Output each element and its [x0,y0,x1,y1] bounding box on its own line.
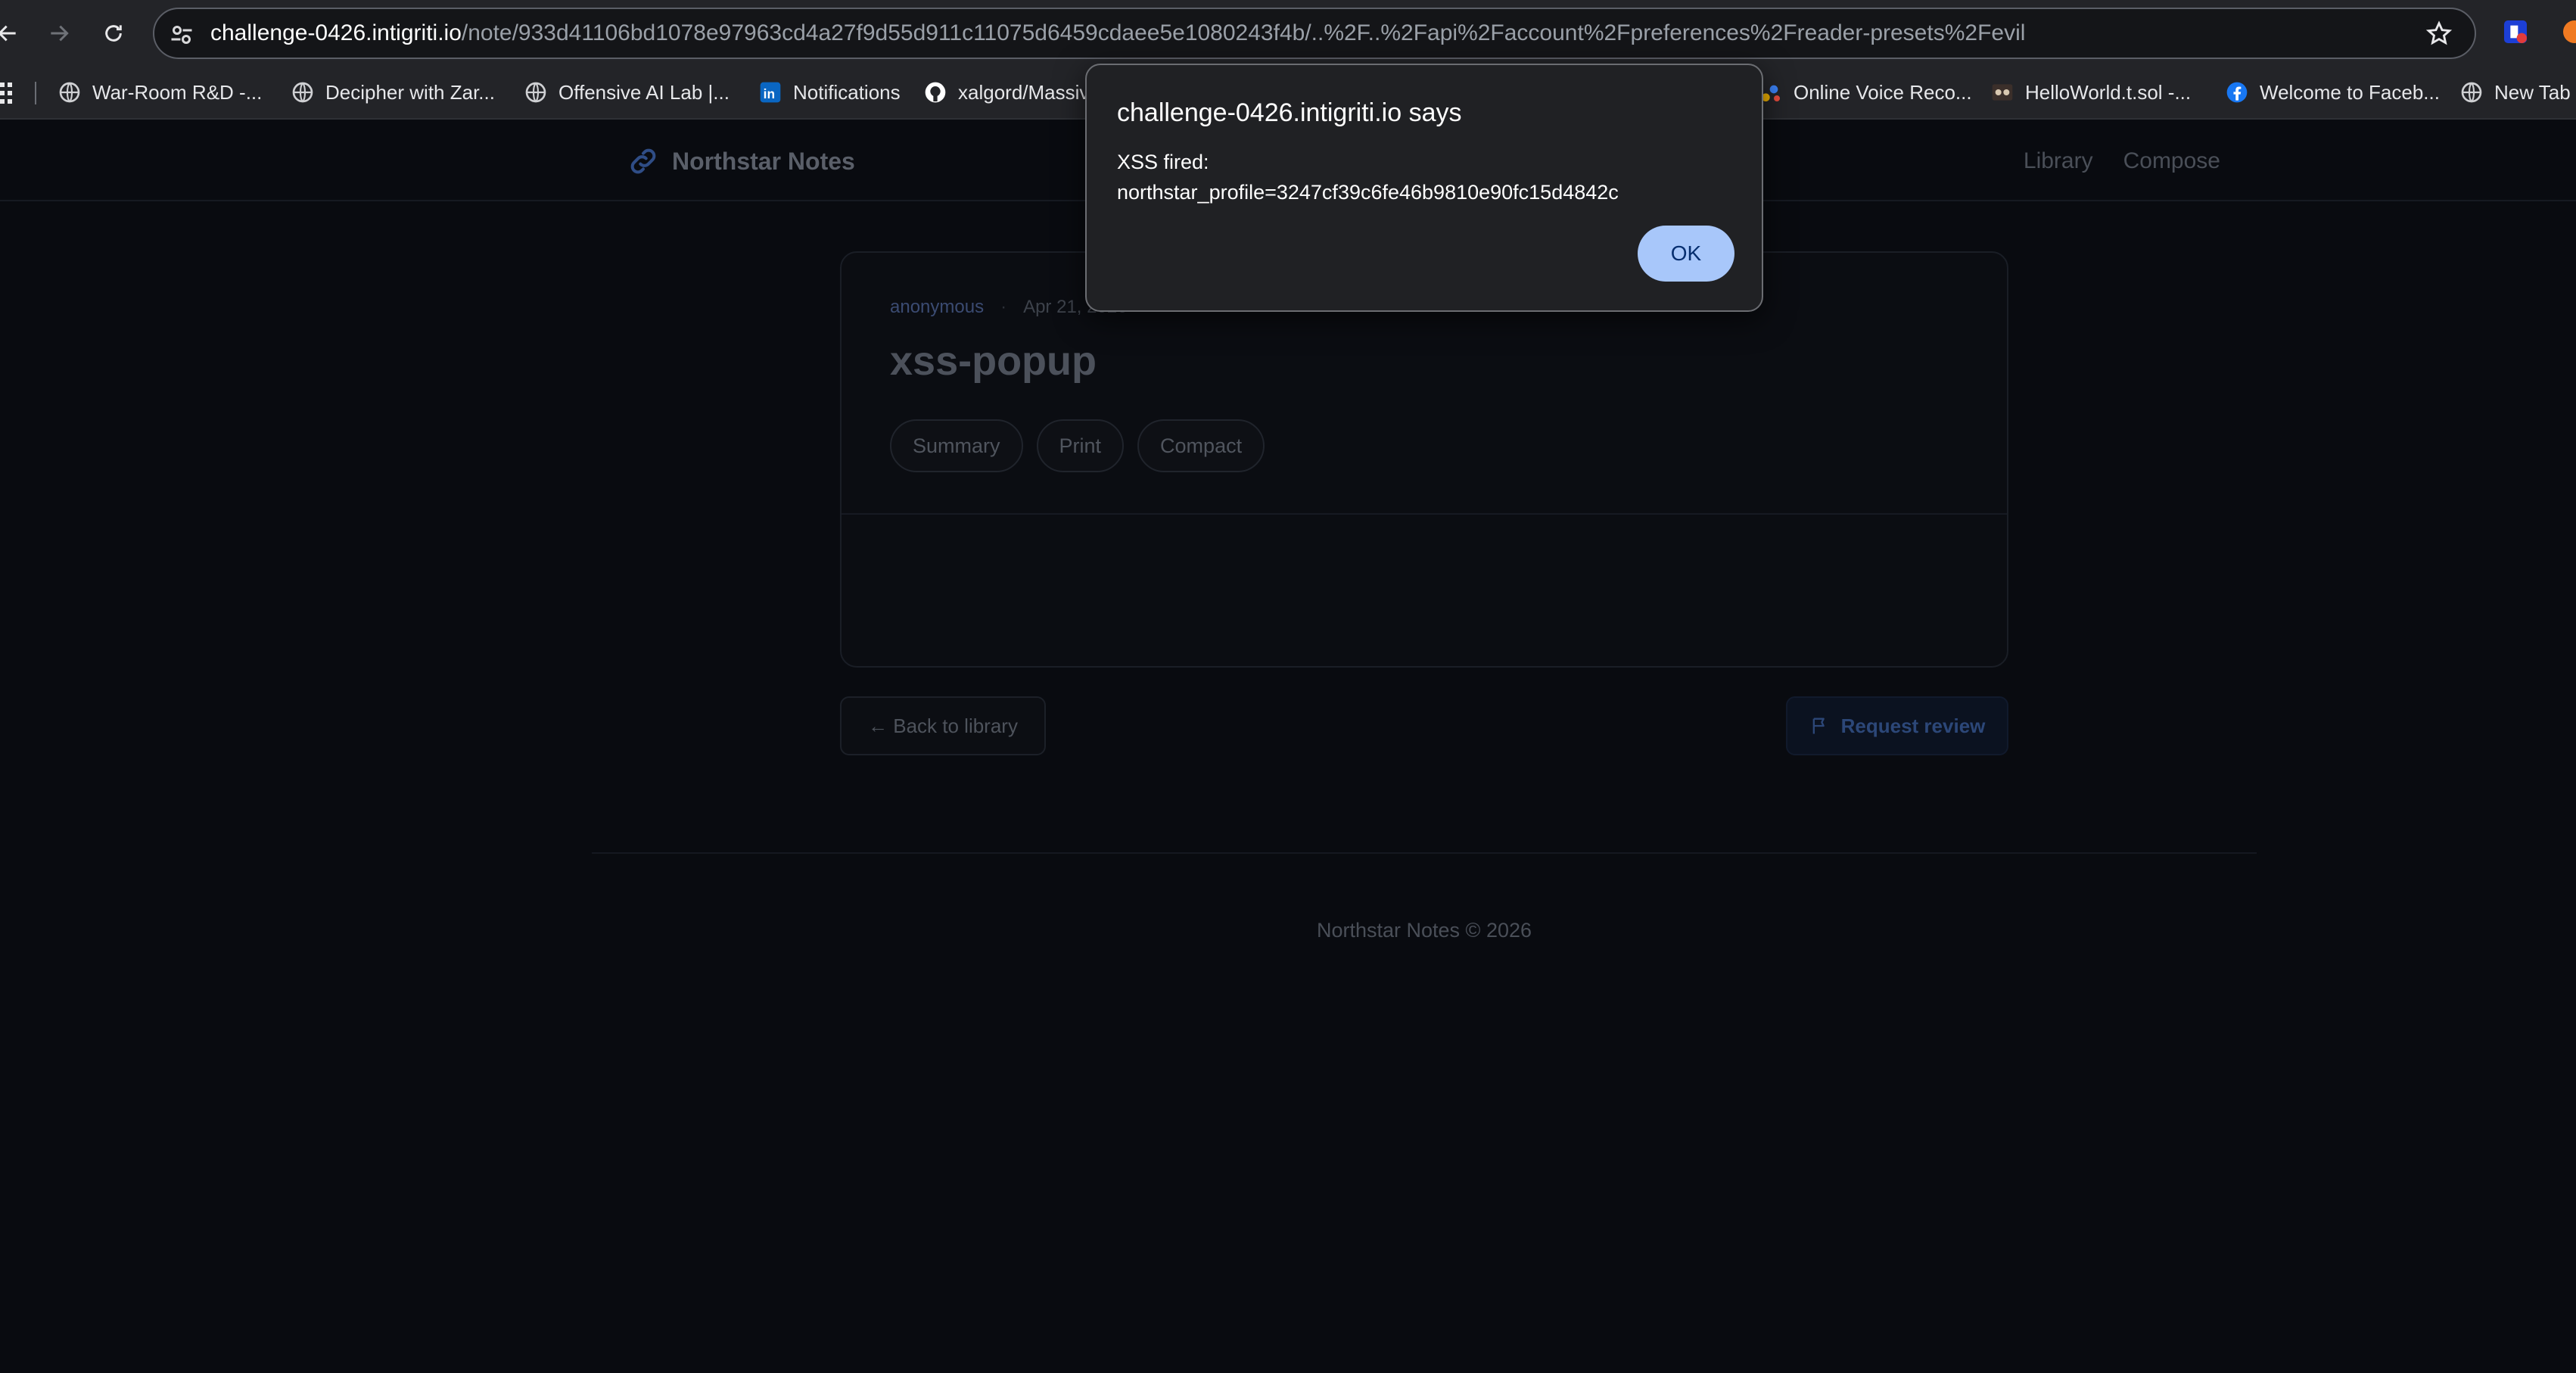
meta-separator: · [1000,297,1007,317]
svg-text:in: in [764,86,775,101]
bookmark-label: Notifications [793,80,901,104]
url-path: /note/933d41106bd1078e97963cd4a27f9d55d9… [461,20,2026,45]
reader-presets: Summary Print Compact [890,419,1265,472]
dialog-message: XSS fired: northstar_profile=3247cf39c6f… [1117,147,1619,207]
bookmark-item[interactable]: xalgord/Massiv [923,73,1089,112]
alert-dialog: challenge-0426.intigriti.io says XSS fir… [1085,64,1763,312]
note-title: xss-popup [890,338,1097,384]
bookmark-item[interactable]: Welcome to Faceb... [2225,73,2440,112]
dialog-message-line: northstar_profile=3247cf39c6fe46b9810e90… [1117,181,1619,204]
forward-arrow-icon[interactable] [41,15,77,51]
nav-library-link[interactable]: Library [2024,148,2093,174]
dialog-ok-button[interactable]: OK [1638,226,1734,282]
bookmark-label: New Tab [2494,80,2571,104]
extension-fox-icon[interactable] [2559,17,2576,47]
top-nav: Library Compose [2024,142,2220,180]
bookmark-item[interactable]: in Notifications [758,73,901,112]
site-settings-icon[interactable] [168,21,195,48]
url-text[interactable]: challenge-0426.intigriti.io/note/933d411… [210,9,2025,61]
bookmark-item[interactable]: Online Voice Reco... [1759,73,1972,112]
bookmark-label: HelloWorld.t.sol -... [2025,80,2192,104]
bookmark-label: xalgord/Massiv [958,80,1090,104]
request-review-button[interactable]: Request review [1786,696,2008,755]
bookmark-star-icon[interactable] [2425,20,2453,48]
bookmarks-separator [35,82,36,104]
bookmark-item[interactable]: War-Room R&D -... [58,73,262,112]
preset-compact-button[interactable]: Compact [1137,419,1265,472]
brand-name: Northstar Notes [672,147,855,175]
apps-grid-icon[interactable] [0,80,12,106]
preset-print-button[interactable]: Print [1036,419,1125,472]
url-host: challenge-0426.intigriti.io [210,20,462,45]
brand-logo[interactable]: Northstar Notes [627,142,855,180]
github-icon [925,82,946,103]
preset-summary-button[interactable]: Summary [890,419,1023,472]
solidity-icon [1992,84,2013,101]
bookmark-label: Offensive AI Lab |... [558,80,730,104]
bookmark-item[interactable]: Offensive AI Lab |... [524,73,730,112]
nav-compose-link[interactable]: Compose [2123,148,2220,174]
facebook-icon [2226,82,2248,103]
reload-icon[interactable] [95,15,132,51]
back-to-library-button[interactable]: ← Back to library [840,696,1046,755]
bookmark-item[interactable]: New Tab [2459,73,2571,112]
bookmark-label: War-Room R&D -... [92,80,263,104]
footer-copyright: Northstar Notes © 2026 [1316,919,1532,942]
note-author[interactable]: anonymous [890,297,984,318]
bookmark-label: Welcome to Faceb... [2260,80,2440,104]
link-icon [630,148,656,174]
browser-toolbar: challenge-0426.intigriti.io/note/933d411… [0,0,2576,67]
footer-divider [592,852,2257,854]
globe-icon [2461,82,2482,103]
globe-icon [525,82,546,103]
bookmark-item[interactable]: HelloWorld.t.sol -... [1990,73,2191,112]
request-review-label: Request review [1840,714,1986,737]
extension-shield-icon[interactable] [2500,17,2531,47]
dialog-message-line: XSS fired: [1117,151,1209,173]
note-card: anonymous · Apr 21, 2026 xss-popup Summa… [840,251,2008,668]
bookmark-item[interactable]: Decipher with Zar... [291,73,495,112]
globe-icon [59,82,80,103]
back-arrow-icon[interactable] [0,15,26,51]
globe-icon [292,82,313,103]
linkedin-icon: in [760,82,781,103]
bookmark-label: Decipher with Zar... [325,80,495,104]
card-divider [842,513,2007,515]
flag-icon [1812,718,1825,734]
dialog-title: challenge-0426.intigriti.io says [1117,98,1462,127]
bookmark-label: Online Voice Reco... [1794,80,1972,104]
address-bar[interactable]: challenge-0426.intigriti.io/note/933d411… [153,8,2476,59]
